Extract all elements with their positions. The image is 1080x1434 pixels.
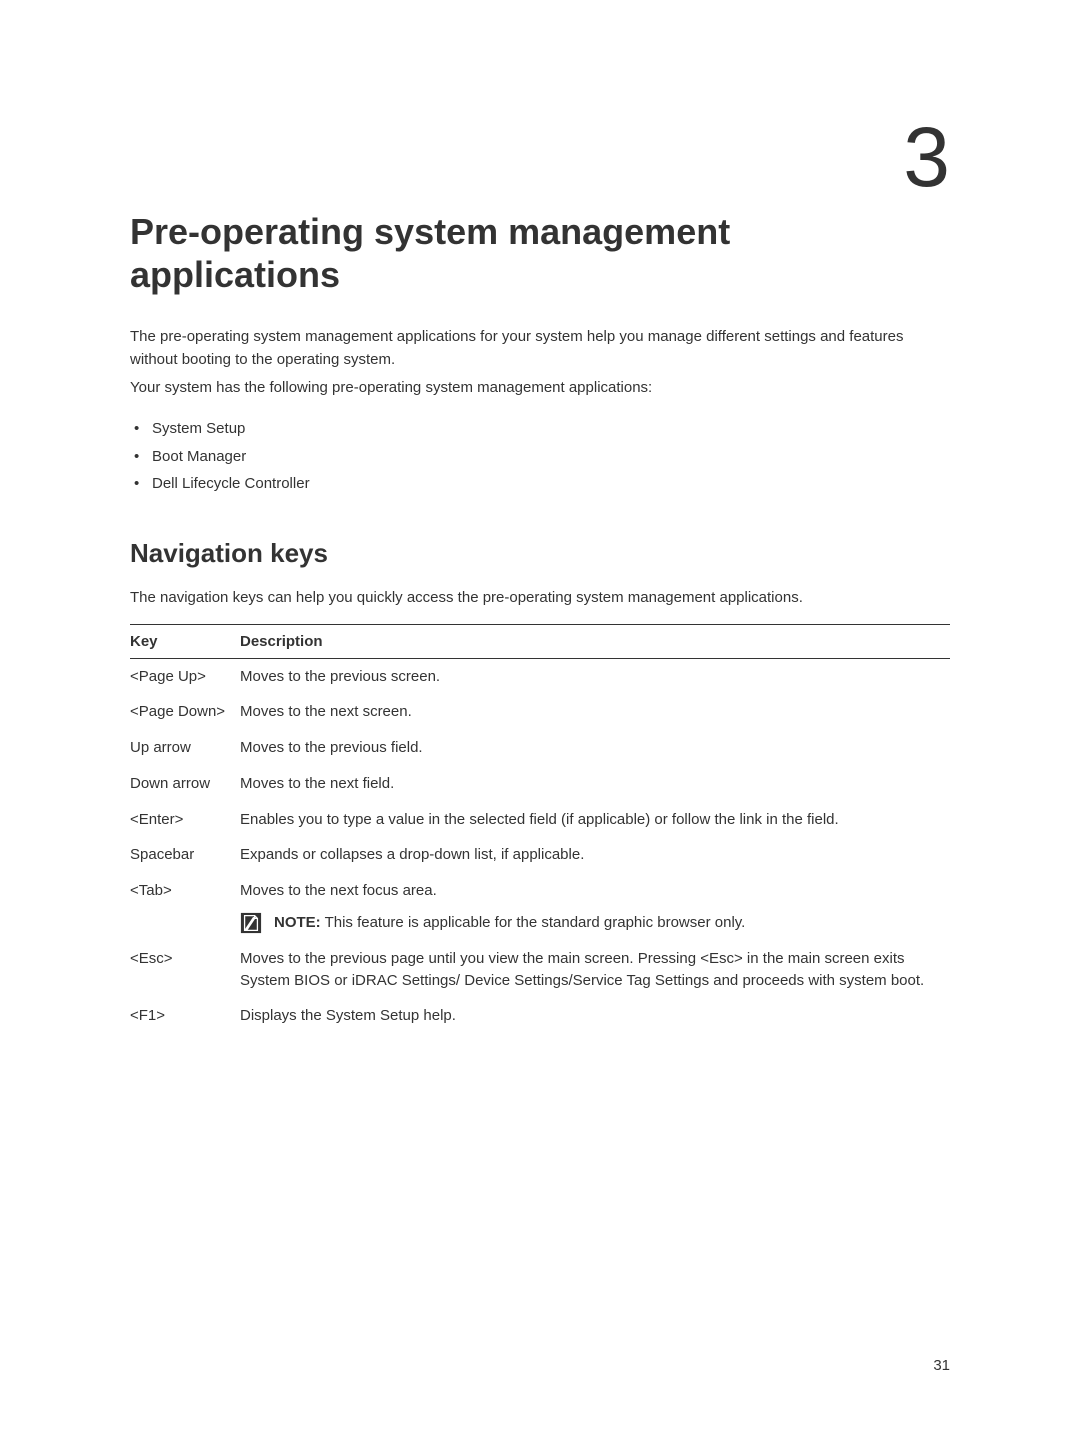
list-item: Dell Lifecycle Controller xyxy=(130,470,950,498)
table-cell-key: <Tab> xyxy=(130,873,240,941)
table-row: <Page Up> Moves to the previous screen. xyxy=(130,658,950,694)
table-header-row: Key Description xyxy=(130,624,950,658)
note-icon xyxy=(240,912,262,934)
table-cell-desc: Displays the System Setup help. xyxy=(240,998,950,1034)
section-heading-navigation-keys: Navigation keys xyxy=(130,538,950,569)
intro-paragraph-2: Your system has the following pre-operat… xyxy=(130,377,950,400)
intro-paragraph-1: The pre-operating system management appl… xyxy=(130,326,950,371)
table-cell-key: <Page Up> xyxy=(130,658,240,694)
note-text: NOTE: This feature is applicable for the… xyxy=(274,912,745,934)
list-item: Boot Manager xyxy=(130,443,950,471)
table-cell-desc: Moves to the previous screen. xyxy=(240,658,950,694)
table-cell-key: Up arrow xyxy=(130,730,240,766)
table-header-description: Description xyxy=(240,624,950,658)
navigation-keys-table: Key Description <Page Up> Moves to the p… xyxy=(130,624,950,1035)
table-cell-desc: Moves to the previous field. xyxy=(240,730,950,766)
table-row: <Page Down> Moves to the next screen. xyxy=(130,694,950,730)
table-row: Up arrow Moves to the previous field. xyxy=(130,730,950,766)
applications-list: System Setup Boot Manager Dell Lifecycle… xyxy=(130,415,950,498)
table-cell-desc: Enables you to type a value in the selec… xyxy=(240,802,950,838)
table-row: <F1> Displays the System Setup help. xyxy=(130,998,950,1034)
note-body: This feature is applicable for the stand… xyxy=(321,914,746,931)
table-cell-desc: Moves to the next screen. xyxy=(240,694,950,730)
table-cell-key: Spacebar xyxy=(130,837,240,873)
table-row: Spacebar Expands or collapses a drop-dow… xyxy=(130,837,950,873)
table-cell-key: Down arrow xyxy=(130,766,240,802)
table-cell-key: <Enter> xyxy=(130,802,240,838)
table-cell-desc-text: Moves to the next focus area. xyxy=(240,882,437,899)
table-header-key: Key xyxy=(130,624,240,658)
table-cell-desc: Expands or collapses a drop-down list, i… xyxy=(240,837,950,873)
table-row: <Enter> Enables you to type a value in t… xyxy=(130,802,950,838)
table-cell-key: <Esc> xyxy=(130,941,240,999)
table-cell-desc: Moves to the previous page until you vie… xyxy=(240,941,950,999)
note-block: NOTE: This feature is applicable for the… xyxy=(240,912,950,934)
table-row: <Tab> Moves to the next focus area. NOTE… xyxy=(130,873,950,941)
page-title: Pre-operating system management applicat… xyxy=(130,210,950,296)
table-cell-desc: Moves to the next field. xyxy=(240,766,950,802)
note-label: NOTE: xyxy=(274,914,321,931)
table-row: Down arrow Moves to the next field. xyxy=(130,766,950,802)
list-item: System Setup xyxy=(130,415,950,443)
table-row: <Esc> Moves to the previous page until y… xyxy=(130,941,950,999)
table-cell-key: <F1> xyxy=(130,998,240,1034)
chapter-number: 3 xyxy=(903,115,950,199)
table-cell-desc: Moves to the next focus area. NOTE: This… xyxy=(240,873,950,941)
table-cell-key: <Page Down> xyxy=(130,694,240,730)
section-intro: The navigation keys can help you quickly… xyxy=(130,587,950,610)
page-number: 31 xyxy=(933,1357,950,1374)
